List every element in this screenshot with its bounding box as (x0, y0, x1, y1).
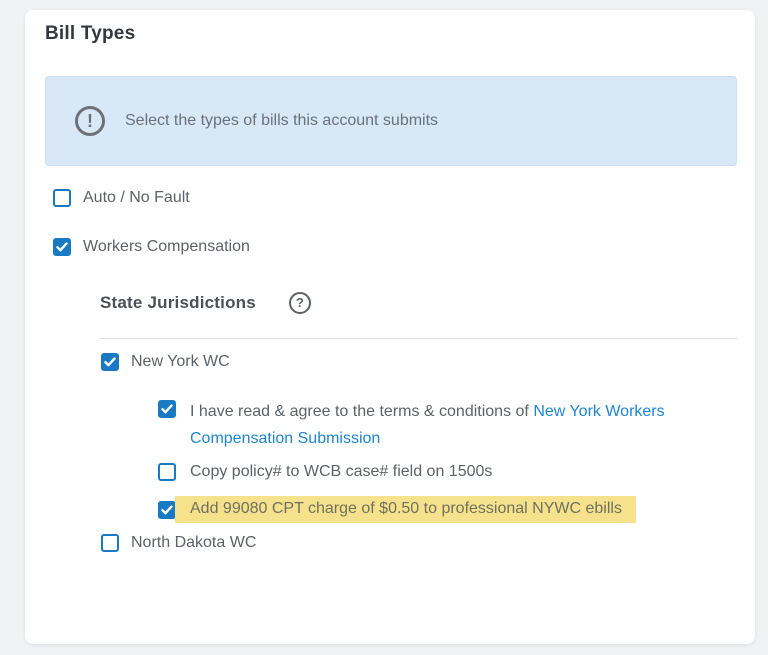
checkbox-row-north-dakota-wc: North Dakota WC (101, 532, 737, 554)
workers-compensation-label[interactable]: Workers Compensation (83, 237, 250, 257)
exclamation-circle-icon: ! (75, 106, 105, 136)
terms-agreement-text: I have read & agree to the terms & condi… (190, 403, 534, 420)
checkmark-icon (161, 504, 173, 514)
page-title: Bill Types (45, 23, 136, 44)
auto-no-fault-checkbox[interactable] (53, 189, 71, 207)
info-alert: ! Select the types of bills this account… (45, 76, 737, 166)
auto-no-fault-label[interactable]: Auto / No Fault (83, 188, 190, 208)
north-dakota-wc-label[interactable]: North Dakota WC (131, 533, 256, 553)
north-dakota-wc-checkbox[interactable] (101, 534, 119, 552)
checkmark-icon (104, 357, 116, 367)
checkbox-row-new-york-wc: New York WC (101, 351, 737, 373)
copy-policy-checkbox[interactable] (158, 463, 176, 481)
bill-types-card: Bill Types ! Select the types of bills t… (25, 10, 755, 644)
question-circle-icon[interactable]: ? (288, 292, 311, 314)
state-jurisdictions-header: State Jurisdictions ? (100, 292, 737, 314)
checkbox-row-workers-compensation: Workers Compensation (53, 236, 737, 258)
checkbox-row-auto-no-fault: Auto / No Fault (53, 187, 737, 209)
section-divider (100, 338, 737, 339)
alert-text: Select the types of bills this account s… (125, 112, 439, 129)
checkbox-row-add-charge: Add 99080 CPT charge of $0.50 to profess… (158, 496, 737, 523)
add-charge-checkbox[interactable] (158, 500, 176, 519)
checkbox-row-copy-policy: Copy policy# to WCB case# field on 1500s (158, 461, 737, 483)
copy-policy-label[interactable]: Copy policy# to WCB case# field on 1500s (190, 462, 492, 482)
add-charge-label[interactable]: Add 99080 CPT charge of $0.50 to profess… (175, 496, 636, 523)
state-jurisdictions-heading: State Jurisdictions (100, 293, 256, 312)
checkbox-row-terms-agreement: I have read & agree to the terms & condi… (158, 398, 737, 452)
new-york-wc-label[interactable]: New York WC (131, 352, 230, 372)
workers-compensation-checkbox[interactable] (53, 238, 71, 256)
terms-agreement-checkbox[interactable] (158, 400, 176, 418)
new-york-wc-checkbox[interactable] (101, 353, 119, 371)
checkmark-icon (56, 242, 68, 252)
checkmark-icon (161, 404, 173, 414)
terms-agreement-label: I have read & agree to the terms & condi… (190, 398, 730, 452)
